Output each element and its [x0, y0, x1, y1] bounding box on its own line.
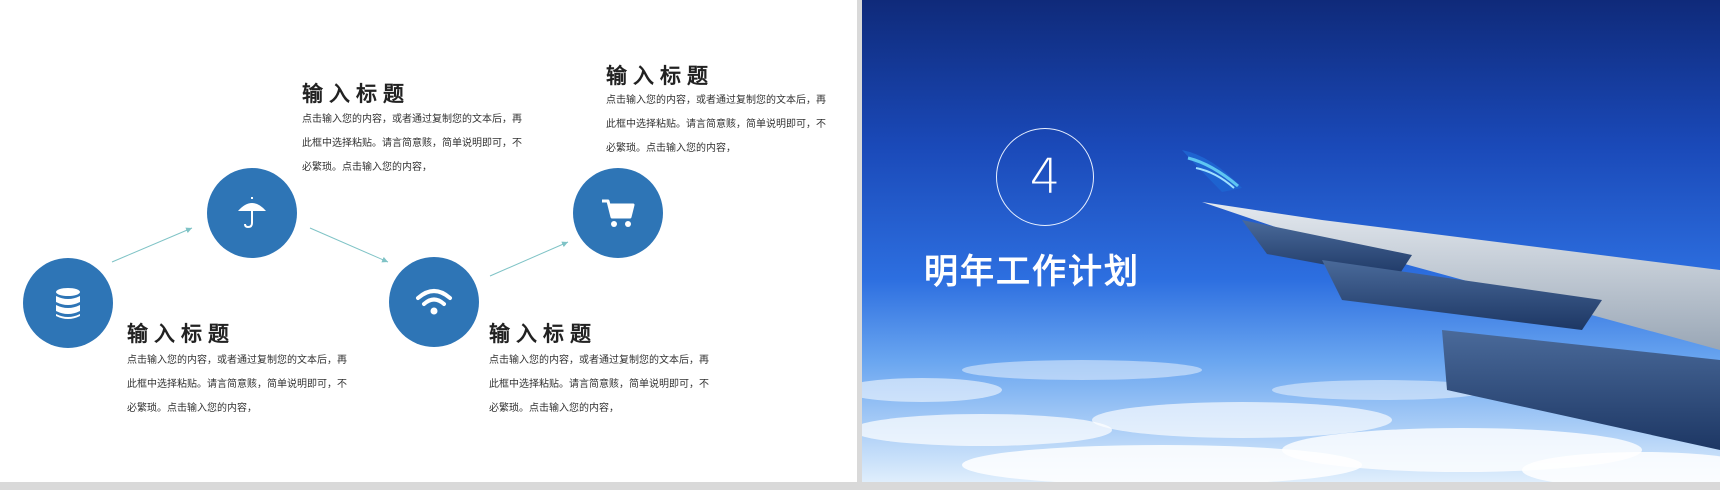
item-desc-4: 点击输入您的内容，或者通过复制您的文本后，再此框中选择粘贴。请言简意赅，简单说明… [606, 95, 826, 154]
umbrella-icon-circle [207, 168, 297, 258]
section-number: 4 [1029, 149, 1061, 205]
umbrella-icon [238, 197, 266, 229]
database-icon [56, 288, 80, 319]
right-slide: 4 明年工作计划 [862, 0, 1720, 482]
shopping-cart-icon-circle [573, 168, 663, 258]
arrow-3 [489, 241, 569, 277]
left-slide: 输入标题 点击输入您的内容，或者通过复制您的文本后，再此框中选择粘贴。请言简意赅… [0, 0, 857, 482]
item-title-3: 输入标题 [489, 322, 597, 346]
database-icon-circle [23, 258, 113, 348]
item-title-4: 输入标题 [606, 64, 714, 88]
item-desc-2: 点击输入您的内容，或者通过复制您的文本后，再此框中选择粘贴。请言简意赅，简单说明… [302, 114, 522, 173]
wifi-icon-circle [389, 257, 479, 347]
wifi-icon [416, 289, 452, 315]
section-number-circle: 4 [996, 128, 1094, 226]
section-title: 明年工作计划 [924, 252, 1140, 292]
arrow-1 [111, 227, 193, 263]
item-desc-1: 点击输入您的内容，或者通过复制您的文本后，再此框中选择粘贴。请言简意赅，简单说明… [127, 355, 347, 414]
shopping-cart-icon [602, 199, 635, 227]
airplane-wing [1182, 150, 1720, 450]
arrow-2 [309, 227, 389, 263]
item-title-2: 输入标题 [302, 82, 410, 106]
item-title-1: 输入标题 [127, 322, 235, 346]
item-desc-3: 点击输入您的内容，或者通过复制您的文本后，再此框中选择粘贴。请言简意赅，简单说明… [489, 355, 709, 414]
